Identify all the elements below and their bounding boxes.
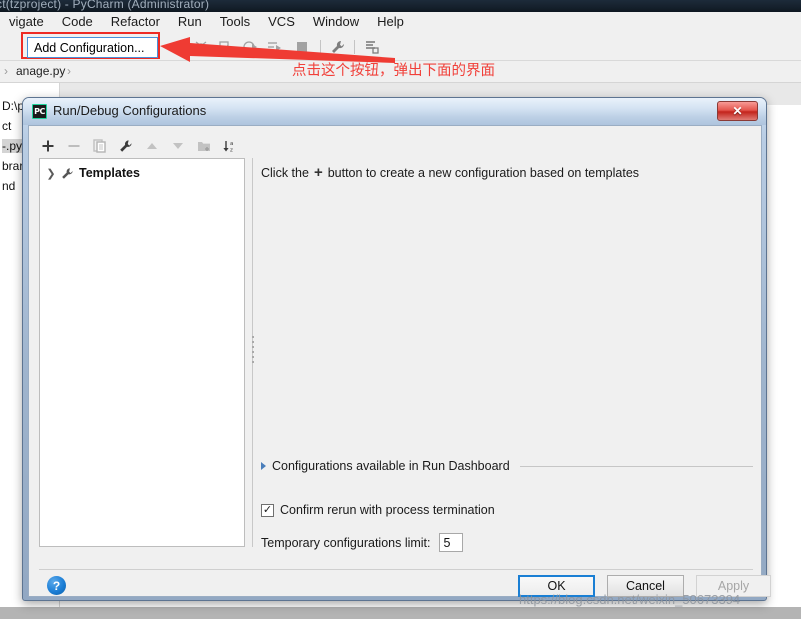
run-dashboard-label: Configurations available in Run Dashboar… — [272, 459, 510, 473]
project-tree-path: D:\p — [2, 99, 25, 113]
add-configuration-label: Add Configuration... — [34, 40, 145, 55]
desktop-background-right — [160, 607, 801, 619]
tree-node-templates[interactable]: ❯ Templates — [46, 164, 140, 182]
move-down-icon — [169, 137, 187, 155]
temporary-limit-input[interactable] — [438, 533, 463, 552]
hint-prefix: Click the — [261, 165, 309, 180]
confirm-rerun-checkbox[interactable]: ✓ — [261, 503, 274, 517]
dialog-title: Run/Debug Configurations — [53, 103, 207, 118]
move-into-folder-icon — [195, 137, 213, 155]
watermark-text: https://blog.csdn.net/weixin_50673394 — [519, 592, 741, 607]
temporary-limit-label: Temporary configurations limit: — [261, 535, 431, 550]
panel-splitter[interactable] — [250, 158, 256, 547]
temporary-configurations-limit-row: Temporary configurations limit: — [261, 533, 463, 552]
menu-item-window[interactable]: Window — [304, 13, 368, 31]
move-up-icon — [143, 137, 161, 155]
menu-item-tools[interactable]: Tools — [211, 13, 259, 31]
wrench-icon — [62, 167, 73, 179]
chevron-right-icon[interactable] — [261, 462, 266, 470]
close-icon[interactable]: ✕ — [717, 101, 758, 121]
hint-suffix: button to create a new configuration bas… — [327, 165, 640, 180]
project-tree-item-library[interactable]: brar — [2, 159, 23, 173]
ide-title-bar: ct(tzproject) - PyCharm (Administrator) — [0, 0, 801, 12]
project-tree-item-ct[interactable]: ct — [2, 119, 11, 133]
add-configuration-highlight: Add Configuration... — [21, 32, 160, 59]
dialog-title-bar[interactable]: PC Run/Debug Configurations ✕ — [23, 98, 766, 125]
menu-item-help[interactable]: Help — [368, 13, 413, 31]
pycharm-app-icon: PC — [32, 104, 47, 119]
menu-item-vcs[interactable]: VCS — [259, 13, 304, 31]
annotation-text: 点击这个按钮，弹出下面的界面 — [292, 63, 495, 79]
section-divider — [519, 465, 753, 467]
menu-item-refactor[interactable]: Refactor — [102, 13, 169, 31]
empty-state-hint: Click the + button to create a new confi… — [261, 165, 639, 180]
ide-menu-bar: vigate Code Refactor Run Tools VCS Windo… — [0, 12, 801, 32]
confirm-rerun-checkbox-row[interactable]: ✓ Confirm rerun with process termination — [261, 503, 495, 517]
hint-plus-icon: + — [313, 164, 323, 181]
dialog-content: az ❯ Templates Click the + button to cre… — [28, 125, 771, 597]
splitter-grip-icon — [250, 333, 256, 373]
edit-templates-wrench-icon[interactable] — [117, 137, 135, 155]
chevron-right-icon[interactable]: ❯ — [46, 167, 56, 180]
sort-alphabetically-icon[interactable]: az — [221, 137, 239, 155]
help-icon[interactable]: ? — [47, 576, 66, 595]
menu-item-navigate[interactable]: vigate — [0, 13, 53, 31]
breadcrumb-chevron-left-icon: › — [4, 64, 8, 78]
run-dashboard-section[interactable]: Configurations available in Run Dashboar… — [261, 458, 753, 474]
ide-window-title: ct(tzproject) - PyCharm (Administrator) — [0, 0, 210, 11]
menu-item-run[interactable]: Run — [169, 13, 211, 31]
add-configuration-button[interactable]: Add Configuration... — [27, 37, 158, 58]
configurations-toolbar: az — [39, 134, 239, 158]
svg-text:z: z — [230, 148, 233, 154]
add-configuration-icon[interactable] — [39, 137, 57, 155]
menu-item-code[interactable]: Code — [53, 13, 102, 31]
configurations-tree-panel[interactable]: ❯ Templates — [39, 158, 245, 547]
run-debug-configurations-dialog: PC Run/Debug Configurations ✕ a z ❯ Temp… — [22, 97, 771, 601]
remove-configuration-icon — [65, 137, 83, 155]
screen-root: ct(tzproject) - PyCharm (Administrator) … — [0, 0, 801, 619]
breadcrumb-chevron-right-icon: › — [67, 64, 71, 78]
footer-divider — [39, 569, 753, 570]
confirm-rerun-label: Confirm rerun with process termination — [280, 503, 495, 517]
tree-node-label: Templates — [79, 166, 140, 180]
copy-configuration-icon — [91, 137, 109, 155]
breadcrumb-item-file[interactable]: anage.py — [16, 64, 65, 78]
svg-text:a: a — [230, 141, 233, 147]
project-tree-item-nd[interactable]: nd — [2, 179, 15, 193]
